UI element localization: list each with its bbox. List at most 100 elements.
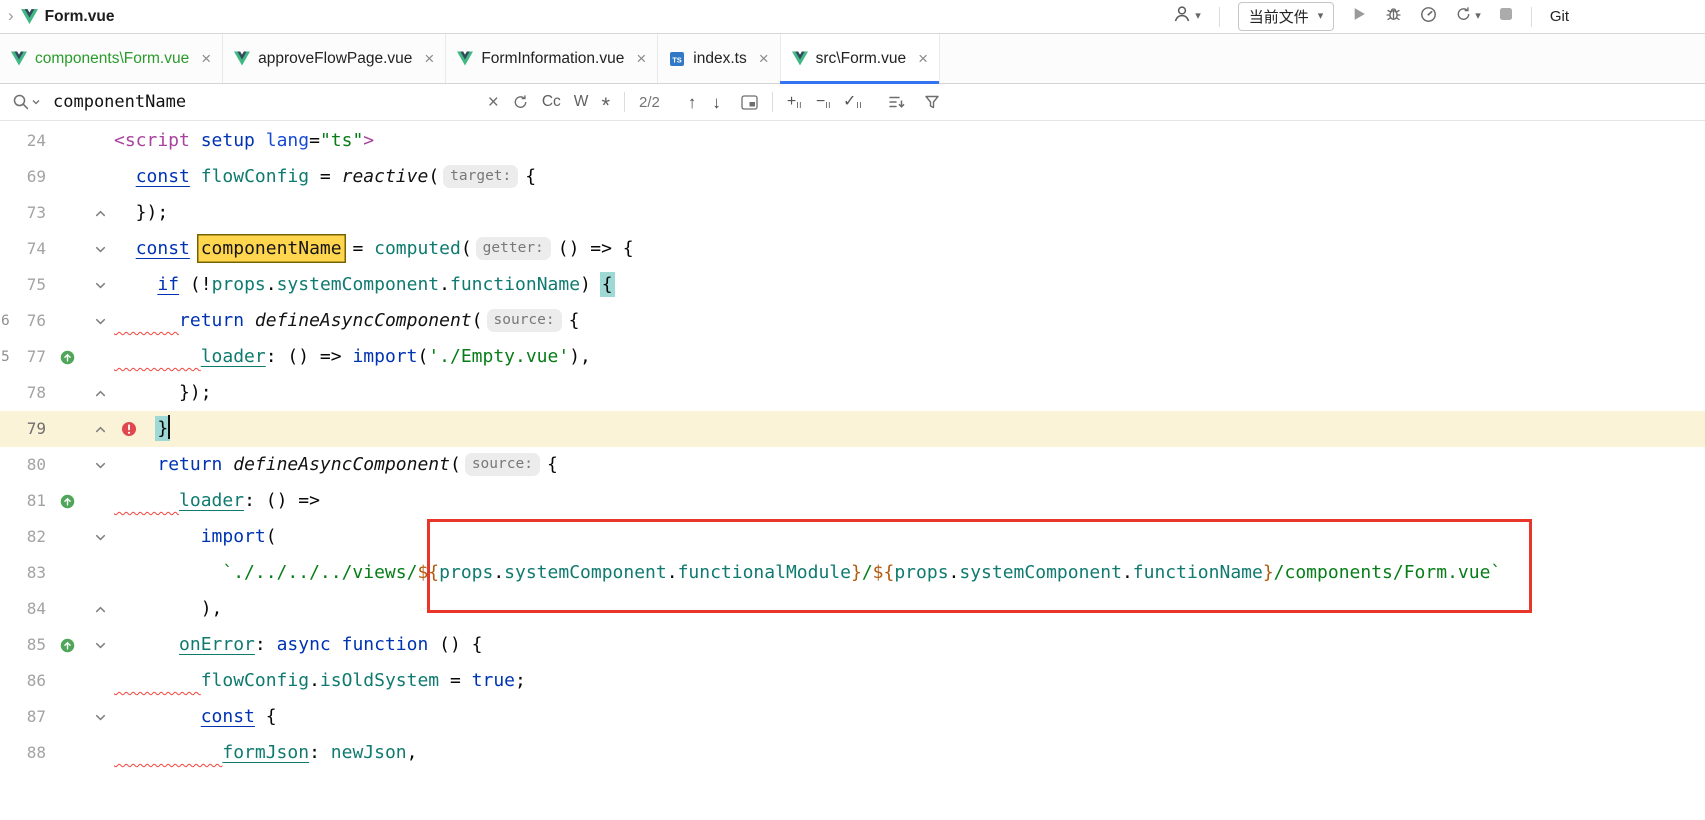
open-results-in-window-icon[interactable] bbox=[741, 95, 758, 110]
previous-match-button[interactable]: ↑ bbox=[688, 94, 697, 111]
tab-close-icon[interactable]: × bbox=[636, 50, 646, 67]
tab-src-form-vue[interactable]: src\Form.vue× bbox=[781, 34, 940, 83]
debug-button[interactable] bbox=[1385, 6, 1402, 27]
tab-forminformation-vue[interactable]: FormInformation.vue× bbox=[446, 34, 658, 83]
code-text[interactable]: return defineAsyncComponent(source:{ bbox=[112, 447, 558, 483]
rerun-button[interactable]: ▾ bbox=[1455, 6, 1481, 27]
tab-close-icon[interactable]: × bbox=[918, 50, 928, 67]
line-number[interactable]: 79 bbox=[0, 411, 46, 447]
code-text[interactable]: loader: () => import('./Empty.vue'), bbox=[112, 339, 591, 375]
code-text[interactable]: onError: async function () { bbox=[112, 627, 483, 663]
line-number[interactable]: 82 bbox=[0, 519, 46, 555]
code-line-85[interactable]: 85 onError: async function () { bbox=[0, 627, 1705, 663]
line-number[interactable]: 69 bbox=[0, 159, 46, 195]
fold-up-icon[interactable] bbox=[88, 375, 112, 411]
editor[interactable]: 24<script setup lang="ts">69 const flowC… bbox=[0, 121, 1705, 819]
add-occurrence-button[interactable]: +II bbox=[787, 94, 802, 110]
clear-search-icon[interactable]: × bbox=[488, 93, 499, 112]
code-text[interactable]: flowConfig.isOldSystem = true; bbox=[112, 663, 526, 699]
line-number[interactable]: 86 bbox=[0, 663, 46, 699]
line-number[interactable]: 74 bbox=[0, 231, 46, 267]
code-line-79[interactable]: 79 } bbox=[0, 411, 1705, 447]
code-line-24[interactable]: 24 <script setup lang="ts"> bbox=[0, 123, 1705, 159]
fold-down-icon[interactable] bbox=[88, 699, 112, 735]
whole-words-toggle[interactable]: W bbox=[574, 94, 589, 110]
code-line-87[interactable]: 87 const { bbox=[0, 699, 1705, 735]
inlay-hint[interactable]: getter: bbox=[476, 237, 551, 260]
code-line-76[interactable]: 676 return defineAsyncComponent(source:{ bbox=[0, 303, 1705, 339]
fold-down-icon[interactable] bbox=[88, 627, 112, 663]
line-number[interactable]: 84 bbox=[0, 591, 46, 627]
code-line-84[interactable]: 84 ), bbox=[0, 591, 1705, 627]
code-line-83[interactable]: 83 `./../../../views/${props.systemCompo… bbox=[0, 555, 1705, 591]
code-line-81[interactable]: 81 loader: () => bbox=[0, 483, 1705, 519]
code-line-82[interactable]: 82 import( bbox=[0, 519, 1705, 555]
code-text[interactable]: loader: () => bbox=[112, 483, 320, 519]
filter-icon[interactable] bbox=[924, 94, 940, 110]
code-text[interactable]: ), bbox=[112, 591, 222, 627]
line-number[interactable]: 73 bbox=[0, 195, 46, 231]
line-number[interactable]: 24 bbox=[0, 123, 46, 159]
fold-up-icon[interactable] bbox=[88, 195, 112, 231]
code-text[interactable]: formJson: newJson, bbox=[112, 735, 417, 771]
code-line-69[interactable]: 69 const flowConfig = reactive(target:{ bbox=[0, 159, 1705, 195]
run-button[interactable] bbox=[1352, 6, 1367, 27]
code-text[interactable]: <script setup lang="ts"> bbox=[112, 123, 374, 159]
overrides-gutter-icon[interactable] bbox=[46, 483, 88, 519]
code-text[interactable]: const componentName = computed(getter:()… bbox=[112, 231, 634, 267]
regex-toggle[interactable]: * bbox=[601, 88, 610, 117]
line-number[interactable]: 83 bbox=[0, 555, 46, 591]
next-match-button[interactable]: ↓ bbox=[712, 94, 721, 111]
line-number[interactable]: 75 bbox=[0, 267, 46, 303]
fold-up-icon[interactable] bbox=[88, 591, 112, 627]
user-profile-button[interactable]: ▾ bbox=[1172, 4, 1201, 29]
code-text[interactable]: const { bbox=[112, 699, 277, 735]
tab-components-form-vue[interactable]: components\Form.vue× bbox=[0, 34, 223, 83]
tab-close-icon[interactable]: × bbox=[201, 50, 211, 67]
overrides-gutter-icon[interactable] bbox=[46, 339, 88, 375]
code-line-75[interactable]: 75 if (!props.systemComponent.functionNa… bbox=[0, 267, 1705, 303]
search-icon[interactable] bbox=[12, 93, 40, 111]
line-number[interactable]: 81 bbox=[0, 483, 46, 519]
stop-button[interactable] bbox=[1499, 7, 1513, 26]
run-configuration-select[interactable]: 当前文件 ▾ bbox=[1238, 2, 1335, 31]
code-line-73[interactable]: 73 }); bbox=[0, 195, 1705, 231]
code-text[interactable]: const flowConfig = reactive(target:{ bbox=[112, 159, 536, 195]
tab-close-icon[interactable]: × bbox=[424, 50, 434, 67]
profiler-button[interactable] bbox=[1420, 6, 1437, 28]
line-number[interactable]: 88 bbox=[0, 735, 46, 771]
error-gutter-icon[interactable] bbox=[121, 421, 137, 437]
git-widget[interactable]: Git bbox=[1550, 8, 1569, 25]
line-number[interactable]: 80 bbox=[0, 447, 46, 483]
fold-down-icon[interactable] bbox=[88, 303, 112, 339]
fold-down-icon[interactable] bbox=[88, 519, 112, 555]
code-line-88[interactable]: 88 formJson: newJson, bbox=[0, 735, 1705, 771]
code-text[interactable]: return defineAsyncComponent(source:{ bbox=[112, 303, 579, 339]
code-line-77[interactable]: 577 loader: () => import('./Empty.vue'), bbox=[0, 339, 1705, 375]
search-field[interactable]: × Cc W * bbox=[12, 88, 610, 117]
inlay-hint[interactable]: target: bbox=[443, 165, 518, 188]
code-line-74[interactable]: 74 const componentName = computed(getter… bbox=[0, 231, 1705, 267]
code-line-78[interactable]: 78 }); bbox=[0, 375, 1705, 411]
fold-down-icon[interactable] bbox=[88, 267, 112, 303]
code-text[interactable]: import( bbox=[112, 519, 277, 555]
fold-down-icon[interactable] bbox=[88, 447, 112, 483]
code-line-80[interactable]: 80 return defineAsyncComponent(source:{ bbox=[0, 447, 1705, 483]
code-text[interactable]: }); bbox=[112, 375, 212, 411]
line-number[interactable]: 85 bbox=[0, 627, 46, 663]
overrides-gutter-icon[interactable] bbox=[46, 627, 88, 663]
code-line-86[interactable]: 86 flowConfig.isOldSystem = true; bbox=[0, 663, 1705, 699]
inlay-hint[interactable]: source: bbox=[487, 309, 562, 332]
inlay-hint[interactable]: source: bbox=[465, 453, 540, 476]
search-input[interactable] bbox=[53, 92, 475, 112]
line-number[interactable]: 87 bbox=[0, 699, 46, 735]
fold-up-icon[interactable] bbox=[88, 411, 112, 447]
remove-occurrence-button[interactable]: −II bbox=[816, 94, 831, 110]
code-text[interactable]: `./../../../views/${props.systemComponen… bbox=[112, 555, 1501, 591]
code-text[interactable]: }); bbox=[112, 195, 168, 231]
tab-close-icon[interactable]: × bbox=[759, 50, 769, 67]
search-history-icon[interactable] bbox=[512, 94, 529, 110]
select-all-occurrences-button[interactable]: ✓II bbox=[843, 94, 862, 110]
line-number[interactable]: 78 bbox=[0, 375, 46, 411]
tab-index-ts[interactable]: TSindex.ts× bbox=[658, 34, 780, 83]
